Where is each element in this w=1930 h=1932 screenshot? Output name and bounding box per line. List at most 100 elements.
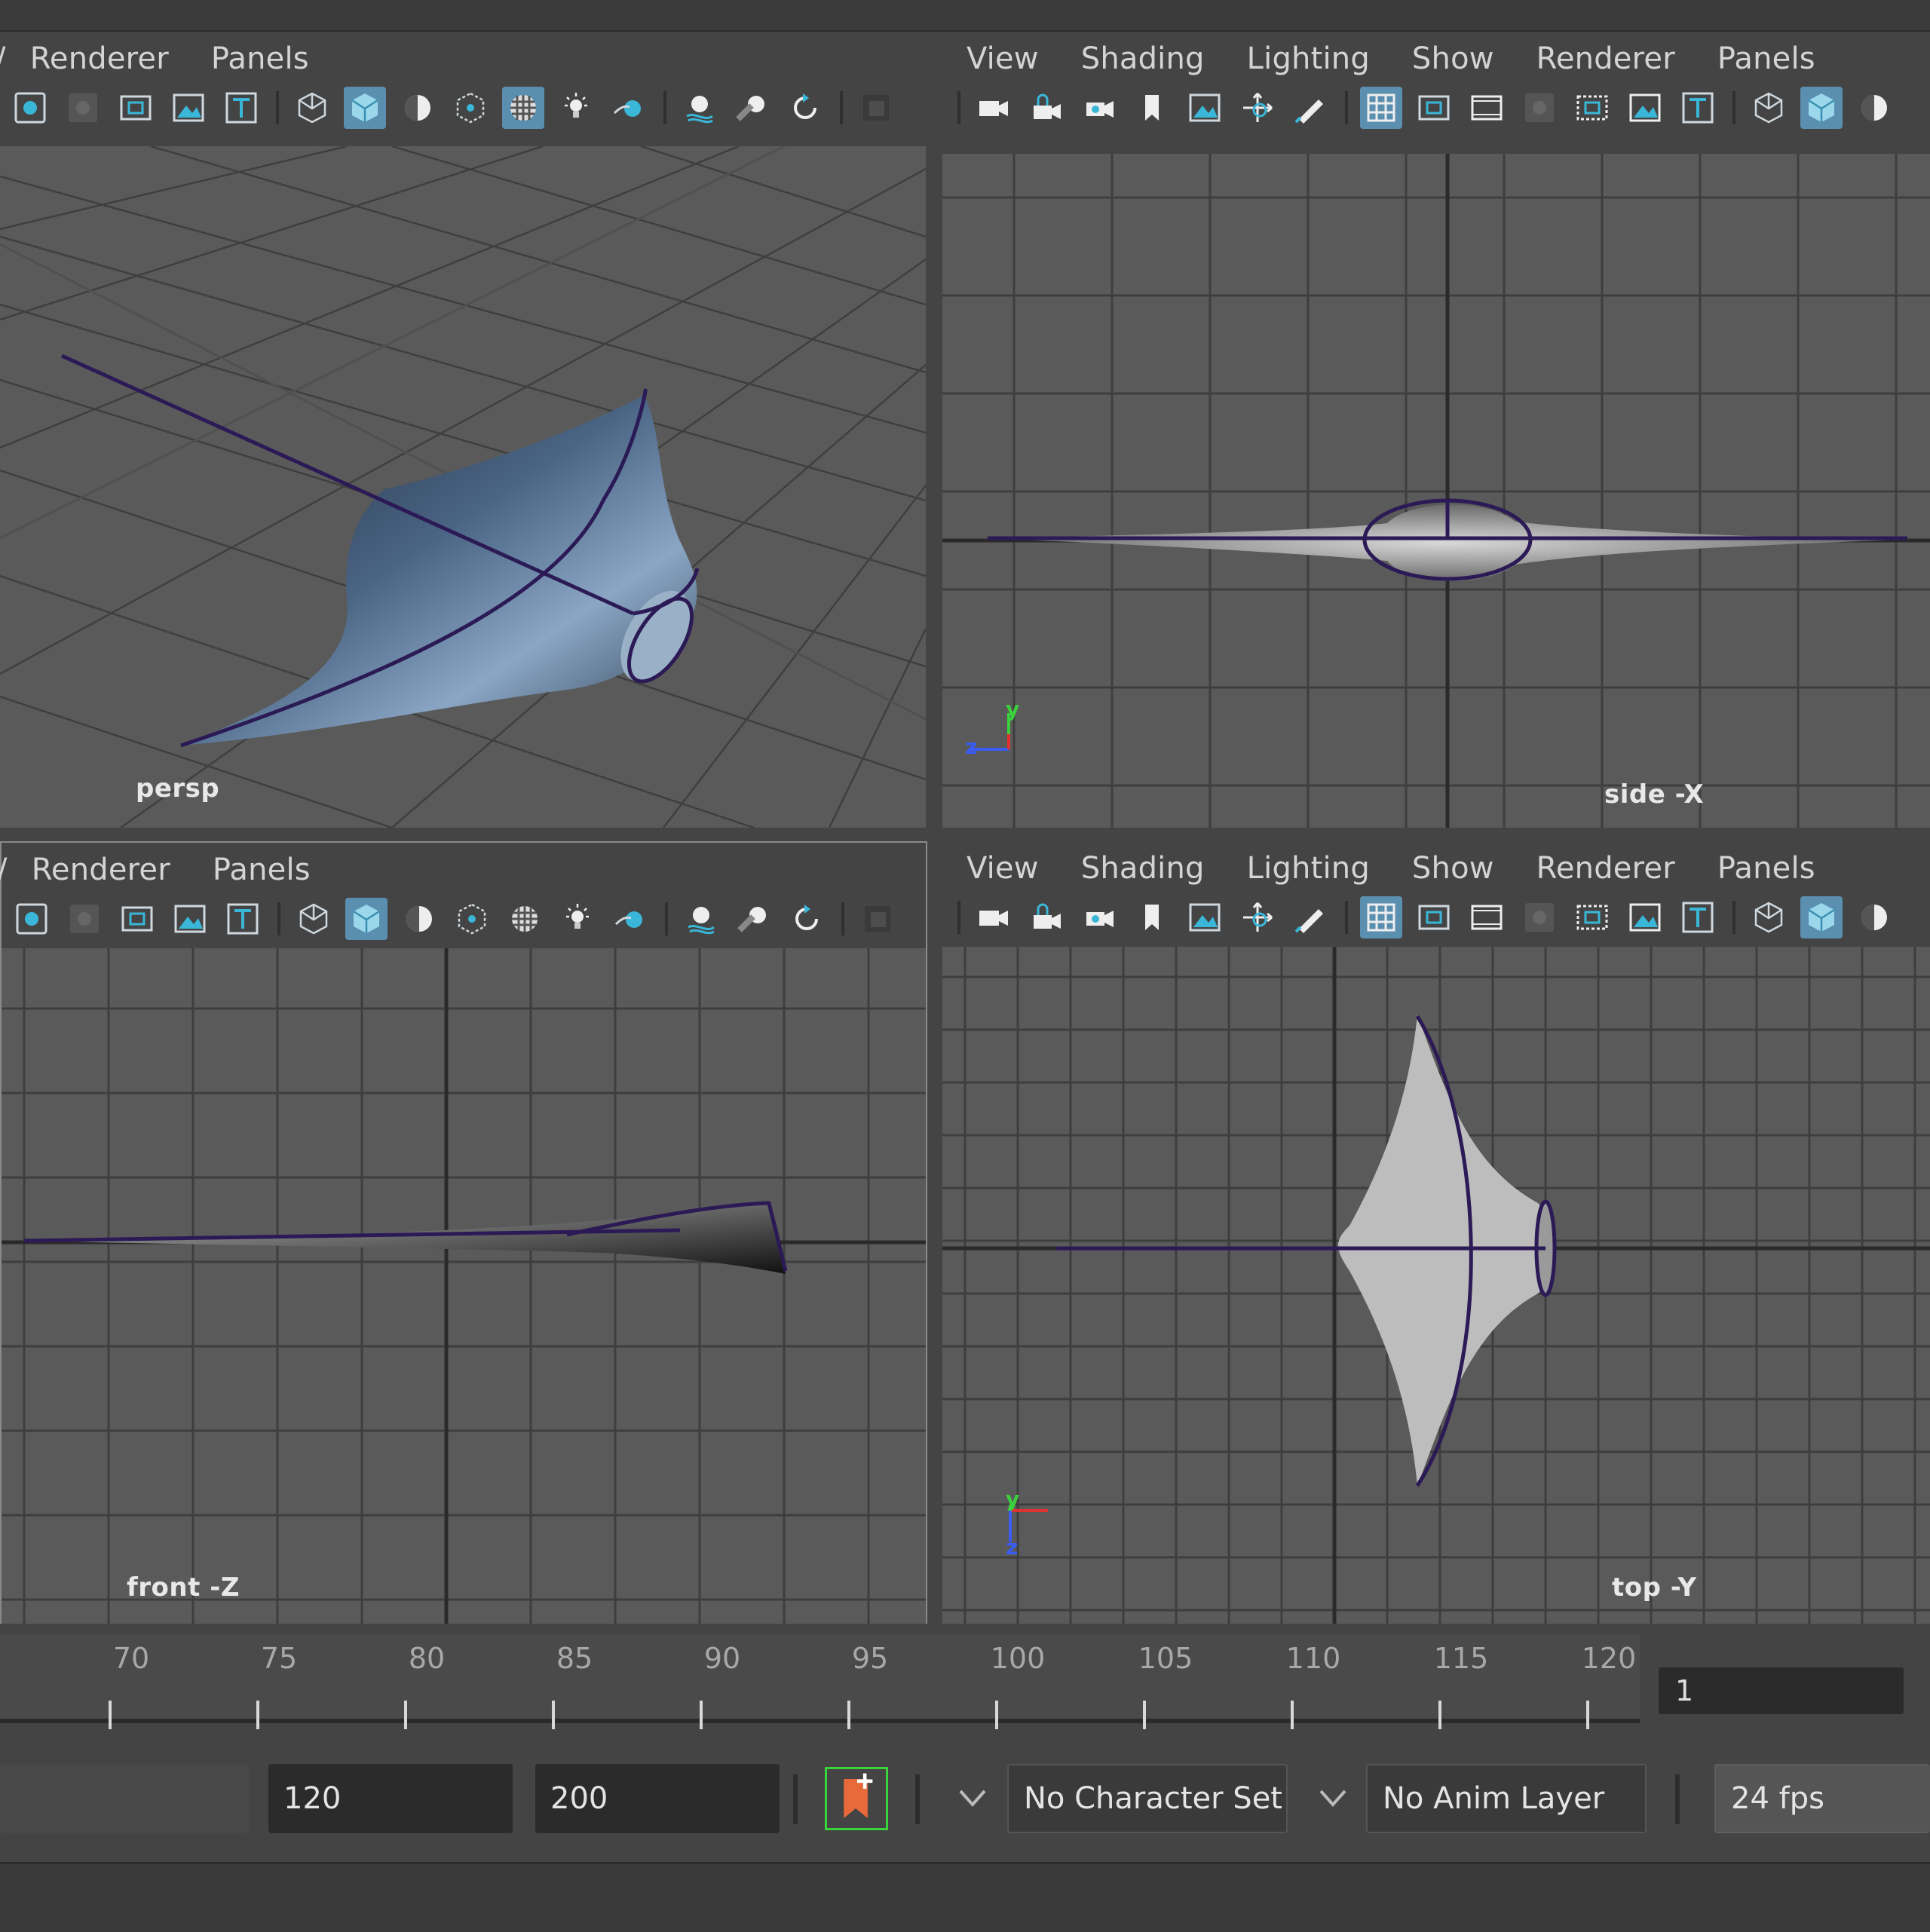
end-time-field[interactable]: 120 [268,1764,513,1833]
chevron-down-icon[interactable] [1318,1787,1348,1809]
manta-body[interactable] [988,504,1900,581]
smooth-shade-button[interactable] [1800,896,1843,938]
time-ruler[interactable]: 70 75 80 85 90 95 100 105 110 115 120 [0,1634,1640,1729]
menu-show[interactable]: Show [1412,851,1494,886]
grid-button[interactable] [1360,87,1402,129]
shade-half-button[interactable] [398,898,440,940]
isolate-button[interactable] [9,87,51,129]
smooth-shade-button[interactable] [1800,87,1843,129]
character-set-dropdown[interactable]: No Character Set [1007,1764,1288,1833]
menu-panels[interactable]: Panels [1717,851,1815,886]
menu-renderer[interactable]: Renderer [1536,851,1675,886]
image-plane-button[interactable] [1184,896,1226,938]
menu-view[interactable]: View [967,41,1039,76]
shade-half-button[interactable] [1853,896,1895,938]
motion-trail-button[interactable] [680,898,722,940]
text-button[interactable] [1677,87,1719,129]
menu-renderer[interactable]: Renderer [30,41,169,76]
menu-panels[interactable]: Panels [211,41,309,76]
field-chart-button[interactable] [1571,896,1613,938]
isolate-button[interactable] [11,898,53,940]
xray-button[interactable] [609,898,651,940]
fps-dropdown[interactable]: 24 fps [1714,1764,1930,1833]
resolution-gate-button[interactable] [1466,896,1508,938]
auto-key-button[interactable] [825,1767,888,1830]
wireframe-button[interactable] [293,898,335,940]
camera-button[interactable] [973,896,1015,938]
menu-view[interactable]: View [967,851,1039,886]
resolution-gate-button[interactable] [1466,87,1508,129]
camera-attr-button[interactable] [1078,896,1120,938]
camera-button[interactable] [973,87,1015,129]
menu-shading[interactable]: Shading [1081,41,1205,76]
pan-zoom-button[interactable] [1236,896,1279,938]
viewport-persp[interactable]: persp [0,146,926,828]
ambient-occlusion-button[interactable] [731,87,774,129]
image-button[interactable] [1624,896,1666,938]
shade-half-button[interactable] [397,87,439,129]
field-chart-button[interactable] [1571,87,1613,129]
menu-view-truncated[interactable]: / [0,853,8,887]
menu-lighting[interactable]: Lighting [1247,41,1370,76]
motion-trail-button[interactable] [679,87,721,129]
current-frame-field[interactable]: 1 [1659,1667,1904,1714]
menu-renderer[interactable]: Renderer [32,853,170,887]
shadow-button[interactable] [1518,896,1561,938]
pan-zoom-button[interactable] [1236,87,1279,129]
bounding-box-button[interactable] [451,898,493,940]
viewport-front[interactable]: front -Z [2,948,926,1624]
menu-renderer[interactable]: Renderer [1536,41,1675,76]
film-gate-button[interactable] [1413,896,1455,938]
bounding-box-button[interactable] [449,87,492,129]
chevron-down-icon[interactable] [957,1787,988,1809]
bookmark-button[interactable] [1131,896,1173,938]
hud-button[interactable] [856,898,899,940]
image-plane-button[interactable] [1184,87,1226,129]
lock-camera-button[interactable] [1025,896,1068,938]
menu-lighting[interactable]: Lighting [1247,851,1370,886]
grease-pencil-button[interactable] [1289,896,1331,938]
image-button[interactable] [1624,87,1666,129]
film-gate-button[interactable] [116,898,158,940]
film-gate-button[interactable] [1413,87,1455,129]
command-line[interactable] [0,1862,1930,1932]
anim-layer-dropdown[interactable]: No Anim Layer [1366,1764,1647,1833]
shadow-button[interactable] [62,87,104,129]
film-gate-button[interactable] [115,87,157,129]
start-time-field[interactable] [0,1764,249,1833]
shade-half-button[interactable] [1853,87,1895,129]
light-button[interactable] [555,87,597,129]
checker-button[interactable] [504,898,546,940]
checker-button[interactable] [502,87,544,129]
light-button[interactable] [556,898,599,940]
smooth-shade-button[interactable] [344,87,386,129]
menu-show[interactable]: Show [1412,41,1494,76]
wireframe-button[interactable] [1748,87,1790,129]
wireframe-button[interactable] [291,87,333,129]
time-slider[interactable]: 70 75 80 85 90 95 100 105 110 115 120 1 [0,1624,1930,1729]
image-plane-button[interactable] [169,898,211,940]
menu-panels[interactable]: Panels [1717,41,1815,76]
xray-button[interactable] [608,87,650,129]
camera-attr-button[interactable] [1078,87,1120,129]
viewport-top[interactable]: y z top -Y [942,947,1930,1625]
ambient-occlusion-button[interactable] [733,898,775,940]
menu-shading[interactable]: Shading [1081,851,1205,886]
image-plane-button[interactable] [167,87,210,129]
shadow-button[interactable] [63,898,106,940]
menu-view-truncated[interactable]: / [0,41,6,76]
text-button[interactable] [220,87,262,129]
menu-panels[interactable]: Panels [213,853,311,887]
text-button[interactable] [1677,896,1719,938]
refresh-button[interactable] [784,87,826,129]
wireframe-button[interactable] [1748,896,1790,938]
text-button[interactable] [222,898,264,940]
hud-button[interactable] [855,87,897,129]
lock-camera-button[interactable] [1025,87,1068,129]
viewport-side[interactable]: y z side -X [942,154,1930,828]
manta-body[interactable] [181,395,697,746]
shadow-button[interactable] [1518,87,1561,129]
refresh-button[interactable] [786,898,828,940]
max-time-field[interactable]: 200 [535,1764,780,1833]
grease-pencil-button[interactable] [1289,87,1331,129]
